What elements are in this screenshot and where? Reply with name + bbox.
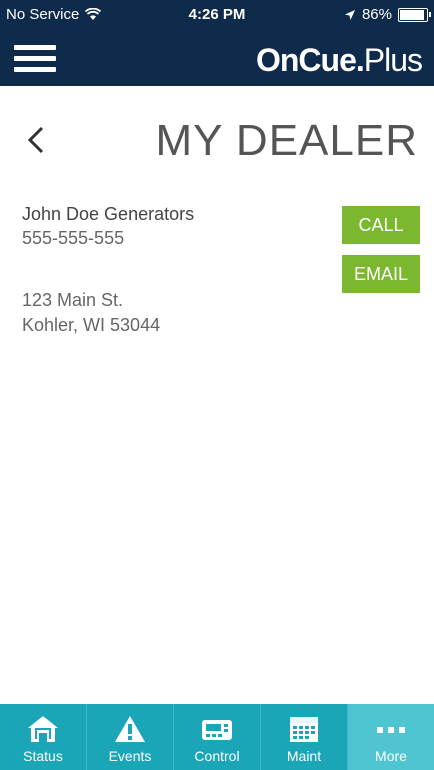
- brand-name: OnCue: [255, 42, 357, 78]
- tab-events[interactable]: Events: [86, 704, 173, 770]
- tab-label: Maint: [286, 748, 322, 764]
- tab-label: More: [375, 748, 407, 764]
- hamburger-menu-button[interactable]: [14, 45, 56, 73]
- warning-icon: [115, 716, 145, 742]
- more-icon: [377, 727, 405, 733]
- tab-status[interactable]: Status: [0, 704, 86, 770]
- location-arrow-icon: [344, 9, 355, 20]
- battery-percent: 86%: [361, 6, 392, 23]
- bottom-tab-bar: Status Events Control Maint More: [0, 704, 434, 770]
- battery-icon: [398, 7, 431, 22]
- tab-more[interactable]: More: [347, 704, 434, 770]
- tab-maint[interactable]: Maint: [260, 704, 347, 770]
- brand-dot: .: [355, 42, 365, 78]
- control-panel-icon: [202, 720, 232, 740]
- menu-line: [14, 56, 56, 61]
- app-header: No Service 4:26 PM 86% OnCue.Plus: [0, 0, 434, 86]
- tab-label: Control: [194, 748, 240, 764]
- home-icon: [28, 716, 58, 742]
- battery-fill: [400, 9, 425, 20]
- menu-line: [14, 67, 56, 72]
- tab-label: Events: [108, 748, 152, 764]
- tab-label: Status: [23, 748, 63, 764]
- dealer-phone: 555-555-555: [22, 228, 125, 248]
- chevron-left-icon: [27, 126, 44, 154]
- call-button[interactable]: CALL: [342, 206, 420, 244]
- dealer-address-line1: 123 Main St.: [22, 290, 124, 310]
- tab-control[interactable]: Control: [173, 704, 260, 770]
- email-button[interactable]: EMAIL: [342, 255, 420, 293]
- status-bar: No Service 4:26 PM 86%: [0, 0, 434, 32]
- calendar-icon: [290, 717, 318, 742]
- dealer-name: John Doe Generators: [22, 204, 195, 224]
- dealer-address-line2: Kohler, WI 53044: [22, 315, 161, 335]
- back-button[interactable]: [22, 120, 52, 160]
- menu-line: [14, 45, 56, 50]
- brand-logo: OnCue.Plus: [255, 42, 423, 79]
- brand-suffix: Plus: [363, 42, 423, 78]
- page-title: MY DEALER: [155, 116, 418, 165]
